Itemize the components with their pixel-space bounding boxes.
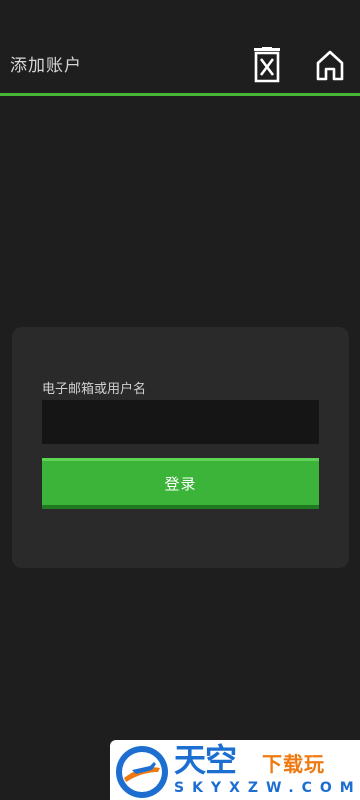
login-button[interactable]: 登录	[42, 458, 319, 509]
home-button[interactable]	[310, 44, 350, 86]
email-or-username-label: 电子邮箱或用户名	[42, 382, 147, 397]
header-bar: 添加账户	[0, 0, 360, 96]
watermark-title: 天空	[174, 741, 237, 779]
page-title: 添加账户	[10, 56, 82, 76]
watermark-subtitle: 下载玩	[262, 752, 325, 776]
watermark: 天空 下载玩 SKYXZW.COM	[110, 740, 360, 800]
login-button-label: 登录	[164, 474, 197, 493]
skyxzw-logo-icon	[116, 746, 168, 798]
login-card: 电子邮箱或用户名 登录	[12, 327, 349, 568]
home-icon	[316, 50, 344, 81]
delete-account-button[interactable]	[247, 44, 287, 86]
delete-account-icon	[254, 47, 280, 83]
watermark-domain: SKYXZW.COM	[174, 780, 360, 796]
email-or-username-input[interactable]	[42, 400, 319, 444]
add-account-screen: 添加账户 电子邮箱或用户名 登录 天空 下载玩 SKYXZW.COM	[0, 0, 360, 800]
header-accent-line	[0, 93, 360, 96]
